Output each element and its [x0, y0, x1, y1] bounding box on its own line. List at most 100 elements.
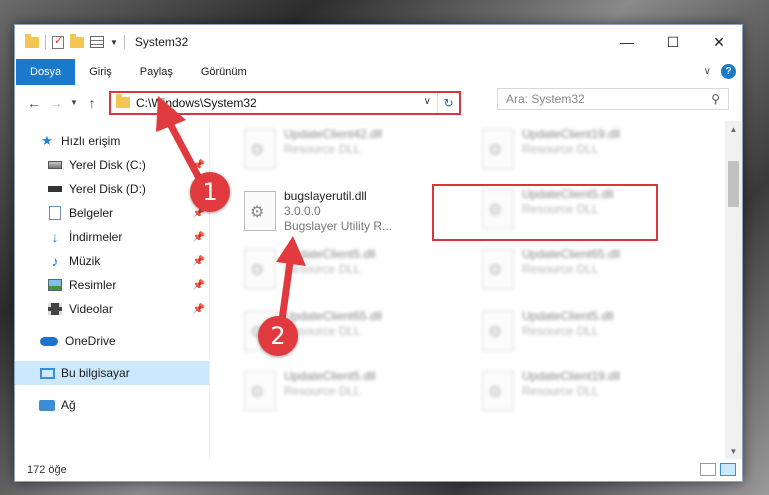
sidebar-item-videos[interactable]: Videolar 📌 — [15, 297, 209, 321]
selected-file-item[interactable]: ⚙ bugslayerutil.dll 3.0.0.0 Bugslayer Ut… — [238, 185, 458, 239]
quick-access-toolbar: ▼ — [25, 33, 125, 49]
sidebar-item-label: Hızlı erişim — [61, 134, 121, 148]
file-type: Resource DLL — [522, 142, 599, 156]
file-highlight-box — [432, 184, 658, 241]
sidebar-item-local-disk-d[interactable]: Yerel Disk (D:) 📌 — [15, 177, 209, 201]
tiles-view-icon[interactable] — [720, 463, 736, 476]
drive-icon — [47, 158, 63, 172]
file-name: UpdateClient5.dll — [522, 309, 614, 323]
search-placeholder: Ara: System32 — [506, 92, 585, 106]
file-type: Resource DLL — [522, 384, 599, 398]
file-type: Resource DLL — [284, 142, 361, 156]
address-path[interactable]: C:\Windows\System32 — [136, 96, 257, 110]
forward-arrow-icon[interactable]: → — [45, 95, 67, 111]
file-type: Resource DLL — [284, 384, 361, 398]
address-dropdown-chevron-icon[interactable]: ∨ — [424, 96, 431, 107]
ribbon-tabs: Dosya Giriş Paylaş Görünüm ∨ ? — [15, 59, 742, 85]
sidebar-item-music[interactable]: ♪ Müzik 📌 — [15, 249, 209, 273]
toolbar-separator — [45, 35, 46, 49]
tab-share[interactable]: Paylaş — [126, 59, 187, 85]
file-name: UpdateClient19.dll — [522, 369, 621, 383]
back-arrow-icon[interactable]: ← — [23, 95, 45, 111]
file-type: Resource DLL — [522, 262, 599, 276]
sidebar-item-local-disk-c[interactable]: Yerel Disk (C:) 📌 — [15, 153, 209, 177]
download-icon: ↓ — [51, 229, 59, 245]
star-icon: ★ — [41, 133, 53, 148]
file-name: UpdateClient5.dll — [284, 369, 376, 383]
rename-icon[interactable] — [90, 36, 104, 48]
title-bar: ▼ System32 — ☐ ✕ — [15, 25, 742, 59]
sidebar-item-label: Müzik — [69, 254, 101, 268]
view-toggle — [700, 463, 736, 476]
sidebar-item-label: İndirmeler — [69, 230, 123, 244]
file-item[interactable]: ⚙ UpdateClient5.dll Resource DLL — [476, 305, 696, 359]
sidebar-item-documents[interactable]: Belgeler 📌 — [15, 201, 209, 225]
scroll-down-icon[interactable]: ▼ — [725, 443, 742, 459]
tab-home[interactable]: Giriş — [75, 59, 126, 85]
explorer-window: ▼ System32 — ☐ ✕ Dosya Giriş Paylaş Görü… — [14, 24, 743, 482]
sidebar-item-label: Yerel Disk (C:) — [69, 158, 146, 172]
close-button[interactable]: ✕ — [696, 25, 742, 59]
file-description: Bugslayer Utility R... — [284, 219, 393, 233]
file-name: UpdateClient65.dll — [284, 309, 383, 323]
dll-file-icon: ⚙ — [244, 371, 276, 411]
tab-view[interactable]: Görünüm — [187, 59, 261, 85]
content-area: ★ Hızlı erişim Yerel Disk (C:) 📌 Yerel D… — [15, 121, 742, 459]
file-item[interactable]: ⚙ UpdateClient42.dll Resource DLL — [238, 123, 458, 177]
sidebar-item-label: Yerel Disk (D:) — [69, 182, 146, 196]
recent-locations-chevron-icon[interactable]: ▼ — [67, 98, 81, 107]
folder-icon — [25, 33, 39, 48]
minimize-button[interactable]: — — [604, 25, 650, 59]
sidebar-item-label: Belgeler — [69, 206, 114, 220]
customize-toolbar-chevron-icon[interactable]: ▼ — [110, 38, 118, 47]
pin-icon[interactable]: 📌 — [193, 256, 205, 267]
network-icon — [39, 398, 55, 412]
pin-icon[interactable]: 📌 — [193, 232, 205, 243]
drive-icon — [47, 182, 63, 196]
dll-file-icon: ⚙ — [244, 191, 276, 231]
pictures-icon — [47, 278, 63, 292]
search-icon[interactable]: ⚲ — [711, 92, 720, 106]
search-input[interactable]: Ara: System32 ⚲ — [497, 88, 729, 110]
vertical-scrollbar[interactable]: ▲ ▼ — [725, 121, 742, 459]
file-type: Resource DLL — [284, 324, 361, 338]
address-bar[interactable]: C:\Windows\System32 ∨ ↻ — [109, 90, 461, 115]
tab-file[interactable]: Dosya — [16, 59, 76, 85]
file-item[interactable]: ⚙ UpdateClient5.dll Resource DLL — [238, 365, 458, 419]
dll-file-icon: ⚙ — [244, 249, 276, 289]
help-icon[interactable]: ? — [721, 64, 736, 79]
file-type: Resource DLL — [284, 262, 361, 276]
videos-icon — [47, 302, 63, 316]
computer-icon — [39, 366, 55, 380]
file-item[interactable]: ⚙ UpdateClient5.dll Resource DLL — [238, 243, 458, 297]
expand-ribbon-chevron-icon[interactable]: ∨ — [704, 66, 711, 77]
sidebar-item-onedrive[interactable]: OneDrive — [15, 329, 209, 353]
new-folder-icon[interactable] — [70, 33, 84, 48]
navigation-pane: ★ Hızlı erişim Yerel Disk (C:) 📌 Yerel D… — [15, 121, 210, 459]
pin-icon[interactable]: 📌 — [193, 304, 205, 315]
sidebar-item-pictures[interactable]: Resimler 📌 — [15, 273, 209, 297]
file-item[interactable]: ⚙ UpdateClient19.dll Resource DLL — [476, 123, 696, 177]
file-item[interactable]: ⚙ UpdateClient65.dllResource DLL — [476, 243, 696, 297]
scroll-up-icon[interactable]: ▲ — [725, 121, 742, 137]
maximize-button[interactable]: ☐ — [650, 25, 696, 59]
file-name: bugslayerutil.dll — [284, 189, 367, 203]
up-arrow-icon[interactable]: ↑ — [81, 95, 103, 111]
sidebar-item-label: OneDrive — [65, 334, 116, 348]
pin-icon[interactable]: 📌 — [193, 280, 205, 291]
dll-file-icon: ⚙ — [482, 311, 514, 351]
dll-file-icon: ⚙ — [244, 129, 276, 169]
file-type: Resource DLL — [522, 324, 599, 338]
ribbon-right: ∨ ? — [704, 64, 736, 79]
sidebar-item-downloads[interactable]: ↓ İndirmeler 📌 — [15, 225, 209, 249]
refresh-icon[interactable]: ↻ — [437, 92, 459, 113]
file-item[interactable]: ⚙ UpdateClient19.dll Resource DLL — [476, 365, 696, 419]
sidebar-item-this-pc[interactable]: Bu bilgisayar — [15, 361, 209, 385]
pin-icon[interactable]: 📌 — [193, 160, 205, 171]
sidebar-item-quick-access[interactable]: ★ Hızlı erişim — [15, 129, 209, 153]
scroll-thumb[interactable] — [728, 161, 739, 207]
file-name: UpdateClient5.dll — [284, 247, 376, 261]
details-view-icon[interactable] — [700, 463, 716, 476]
sidebar-item-network[interactable]: Ağ — [15, 393, 209, 417]
properties-check-icon[interactable] — [52, 34, 64, 49]
